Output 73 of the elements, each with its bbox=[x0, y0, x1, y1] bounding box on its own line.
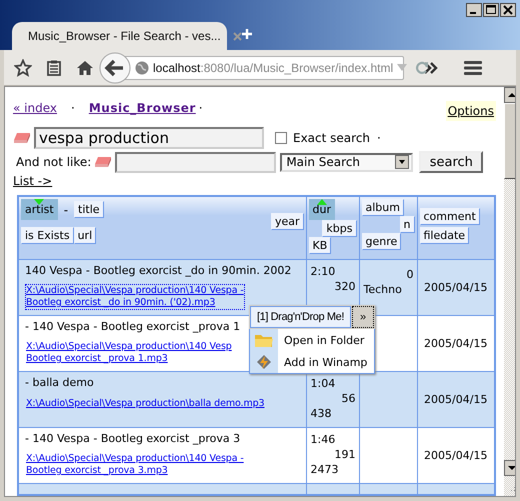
file-path-link[interactable]: X:\Audio\Special\Vespa production\140 Vespa - Bootleg exorcist _do in 90min. ('02).mp3 bbox=[25, 284, 245, 310]
separator-dot: · bbox=[71, 101, 75, 115]
duration-text: 2:10 bbox=[310, 264, 336, 279]
tab-title: Music_Browser - File Search - ves... bbox=[28, 29, 221, 43]
sort-button[interactable]: genre bbox=[362, 233, 402, 250]
bitrate-text: 56 bbox=[340, 391, 356, 406]
more-button[interactable]: » bbox=[352, 306, 374, 328]
track-title: - balla demo bbox=[25, 376, 94, 389]
track-title: - 140 Vespa - Bootleg exorcist _prova 3 bbox=[25, 432, 240, 445]
checkbox[interactable] bbox=[275, 132, 287, 144]
file-date: 2005/04/15 bbox=[424, 393, 488, 406]
separator: - bbox=[64, 202, 68, 216]
close-icon[interactable] bbox=[500, 3, 516, 17]
back-icon[interactable] bbox=[99, 52, 131, 84]
chevrons-icon[interactable] bbox=[424, 62, 438, 74]
separator-dot: · bbox=[377, 131, 381, 145]
sort-button[interactable]: url bbox=[74, 227, 96, 244]
list-link[interactable]: List -> bbox=[13, 174, 52, 188]
drag-button[interactable]: [1] Drag'n'Drop Me! bbox=[250, 306, 351, 328]
checkbox-label: Exact search bbox=[293, 131, 370, 145]
folder-icon bbox=[254, 332, 274, 348]
file-path-link[interactable]: X:\Audio\Special\Vespa production\140 Vespa - Bootleg exorcist _prova 3.mp3 bbox=[25, 452, 245, 478]
sort-descending-icon bbox=[34, 199, 44, 205]
sort-button[interactable]: dur bbox=[308, 199, 335, 220]
sort-ascending-icon bbox=[316, 199, 327, 205]
sort-button[interactable]: artist bbox=[21, 199, 58, 220]
duration-text: 1:46 bbox=[310, 432, 336, 447]
index-link[interactable]: « index bbox=[13, 101, 57, 115]
sort-button[interactable]: KB bbox=[308, 237, 332, 254]
sort-button[interactable]: filedate bbox=[420, 227, 470, 244]
search-field[interactable]: vespa production bbox=[34, 127, 264, 149]
genre-text: Techno bbox=[364, 282, 403, 297]
bitrate-text: 191 bbox=[334, 447, 356, 462]
list-icon[interactable] bbox=[46, 60, 62, 76]
sort-button[interactable]: title bbox=[74, 201, 104, 218]
star-icon[interactable] bbox=[14, 58, 32, 76]
home-icon[interactable] bbox=[76, 60, 94, 76]
bitrate-text: 320 bbox=[334, 279, 356, 294]
options-link[interactable]: Options bbox=[446, 101, 496, 121]
reload-icon[interactable] bbox=[415, 60, 430, 74]
file-date: 2005/04/15 bbox=[424, 281, 488, 294]
menu-item[interactable]: Open in Folder bbox=[284, 334, 364, 346]
sort-button[interactable]: is Exists bbox=[21, 227, 74, 244]
maximize-icon[interactable] bbox=[483, 3, 499, 17]
sort-button[interactable]: year bbox=[270, 213, 304, 230]
sort-button[interactable]: n bbox=[400, 216, 414, 233]
file-date: 2005/04/15 bbox=[424, 337, 488, 350]
track-title: - 140 Vespa - Bootleg exorcist _prova 1 bbox=[25, 320, 240, 333]
sort-button[interactable]: comment bbox=[420, 208, 480, 225]
sort-button[interactable]: kbps bbox=[322, 220, 356, 237]
track-title: 140 Vespa - Bootleg exorcist _do in 90min. 2002 bbox=[25, 264, 292, 277]
track-number: 0 bbox=[406, 267, 414, 282]
globe-icon bbox=[135, 60, 149, 74]
file-path-link[interactable]: X:\Audio\Special\Vespa production\balla demo.mp3 bbox=[25, 397, 266, 411]
url-text[interactable]: localhost:8080/lua/Music_Browser/index.html bbox=[153, 60, 394, 74]
plus-icon[interactable] bbox=[241, 28, 253, 40]
eraser-icon[interactable] bbox=[13, 132, 31, 144]
search-button[interactable]: search bbox=[419, 151, 484, 173]
size-text: 438 bbox=[310, 406, 332, 421]
menu-icon[interactable] bbox=[464, 60, 482, 74]
file-date: 2005/04/15 bbox=[424, 449, 488, 462]
exclude-field[interactable] bbox=[115, 152, 276, 172]
mode-dropdown[interactable]: Main Search bbox=[280, 152, 414, 172]
eraser-icon[interactable] bbox=[94, 156, 112, 168]
duration-text: 1:04 bbox=[310, 376, 336, 391]
file-path-link[interactable]: X:\Audio\Special\Vespa production\140 Vesp Bootleg exorcist _prova 1.mp3 bbox=[25, 340, 233, 366]
menu-item[interactable]: Add in Winamp bbox=[284, 356, 368, 368]
minimize-icon[interactable] bbox=[466, 3, 482, 17]
app-link[interactable]: Music_Browser bbox=[88, 101, 196, 115]
sort-button[interactable]: album bbox=[362, 199, 404, 216]
separator-dot: · bbox=[198, 101, 203, 115]
field-label: And not like: bbox=[16, 155, 92, 169]
size-text: 2473 bbox=[310, 462, 340, 477]
